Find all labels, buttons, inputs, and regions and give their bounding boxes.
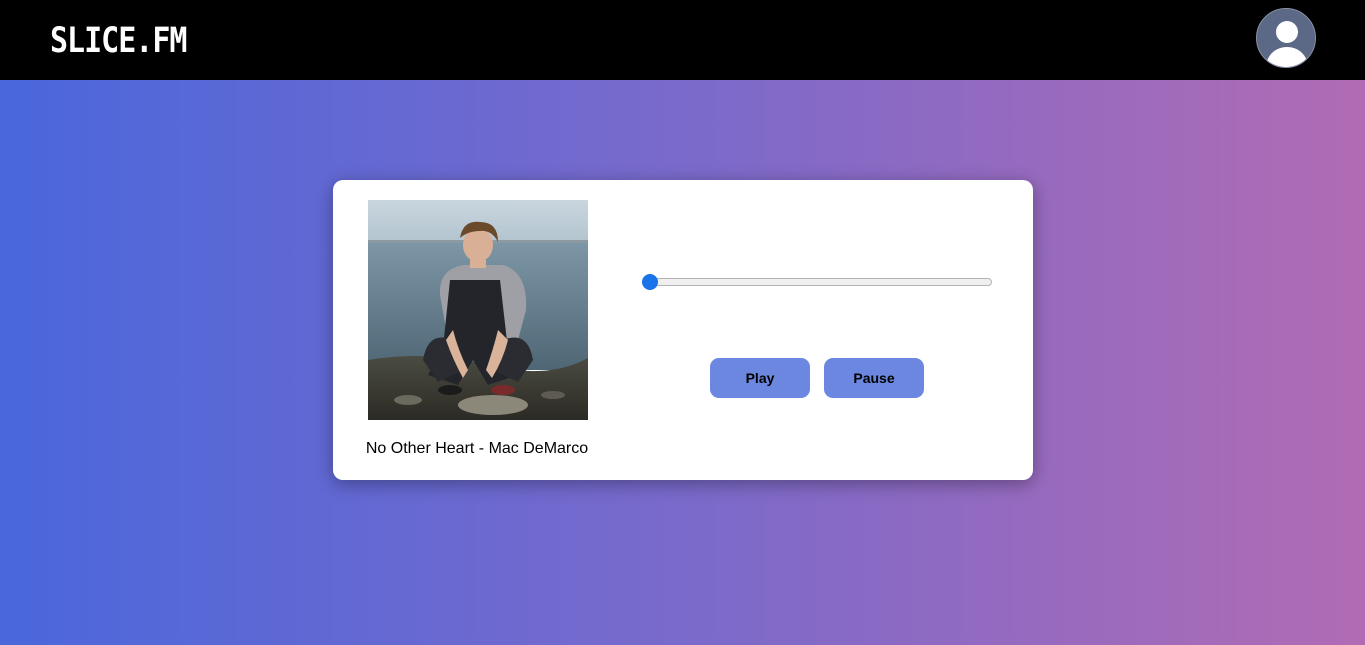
user-avatar-icon[interactable]: [1256, 8, 1316, 68]
top-bar: SLICE.FM: [0, 0, 1365, 80]
track-caption: No Other Heart - Mac DeMarco: [365, 440, 589, 457]
slice-fm-logo[interactable]: SLICE.FM: [50, 21, 187, 61]
play-button[interactable]: Play: [710, 358, 810, 398]
player-card: No Other Heart - Mac DeMarco Play Pause: [333, 180, 1033, 480]
pause-button[interactable]: Pause: [824, 358, 924, 398]
slider-track[interactable]: [642, 278, 992, 286]
album-cover-image: [368, 200, 588, 420]
slider-thumb[interactable]: [642, 274, 658, 290]
progress-slider[interactable]: [642, 274, 992, 290]
